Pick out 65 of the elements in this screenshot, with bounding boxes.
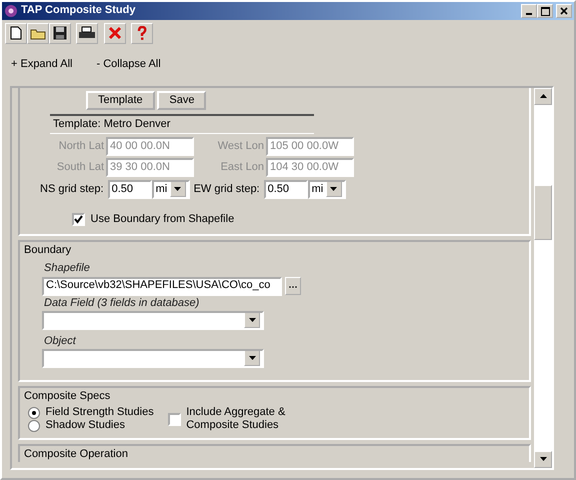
checkbox-label: Include Aggregate & Composite Studies [186,406,286,432]
coordinate-field: 105 00 00.0W [266,136,354,156]
outline-link[interactable]: - Collapse All [96,58,161,82]
dropdown-arrow-icon [174,187,182,192]
form-button[interactable]: Template [86,90,155,110]
number-field[interactable]: 0.50 [264,180,308,199]
dropdown-field[interactable] [42,310,264,330]
section-title: Composite Specs [24,390,112,404]
dropdown-arrow-icon [248,356,256,360]
app-icon [4,4,18,18]
close-button[interactable] [556,4,572,18]
field-label: West Lon [216,140,264,154]
coordinate-field: 40 00 00.0N [106,136,194,156]
dropdown-arrow-icon [248,318,256,322]
ellipsis-icon [288,284,297,288]
close-icon [560,7,568,15]
scroll-up-icon [540,94,546,98]
browse-button[interactable] [284,277,301,295]
radio-label: Shadow Studies [46,419,125,432]
printer-button[interactable] [76,22,98,44]
help-button[interactable] [131,22,154,44]
section-title: Boundary [24,244,72,258]
folder-icon [30,26,46,40]
checkbox[interactable] [168,412,181,426]
delete-button[interactable] [104,22,126,44]
window-title: TAP Composite Study [21,4,136,18]
checkbox[interactable] [72,213,85,226]
template-label: Template: Metro Denver [50,114,314,134]
dropdown-field[interactable] [42,348,264,368]
field-label: South Lat [56,160,104,174]
unit-dropdown[interactable]: mi [152,180,190,199]
maximize-icon [540,6,550,16]
delete-icon [108,26,122,40]
floppy-disk-button[interactable] [48,22,71,44]
printer-icon [78,26,96,40]
field-label: East Lon [220,160,264,174]
folder-button[interactable] [26,22,49,44]
vertical-scrollbar[interactable] [534,88,552,468]
help-icon [137,26,148,41]
maximize-button[interactable] [537,4,554,18]
radio-button[interactable] [28,420,40,432]
coordinate-field: 104 30 00.0W [266,158,354,177]
scrollbar-thumb[interactable] [534,184,552,240]
dropdown-arrow-icon [330,187,338,192]
form-button[interactable]: Save [157,90,206,110]
section-title: Composite Operation [24,448,129,462]
field-label: North Lat [58,140,104,154]
field-label: Data Field (3 fields in database) [44,296,200,310]
outline-link[interactable]: + Expand All [11,58,72,82]
radio-label: Field Strength Studies [46,406,154,420]
field-label: Shapefile [44,262,91,276]
new-document-button[interactable] [4,22,27,44]
field-label: NS grid step: [40,182,104,196]
radio-dot-icon [32,410,36,415]
scroll-down-icon [540,457,546,462]
checkbox-label: Use Boundary from Shapefile [90,212,234,226]
number-field[interactable]: 0.50 [108,180,152,199]
field-label: Object [44,334,78,348]
coordinate-field: 39 30 00.0N [106,158,194,177]
radio-button[interactable] [28,406,40,419]
new-document-icon [10,26,22,40]
field-label: EW grid step: [194,182,260,196]
input-field[interactable]: C:\Source\vb32\SHAPEFILES\USA\CO\co_co [42,276,282,296]
minimize-button[interactable] [521,4,538,18]
unit-dropdown[interactable]: mi [308,180,346,199]
